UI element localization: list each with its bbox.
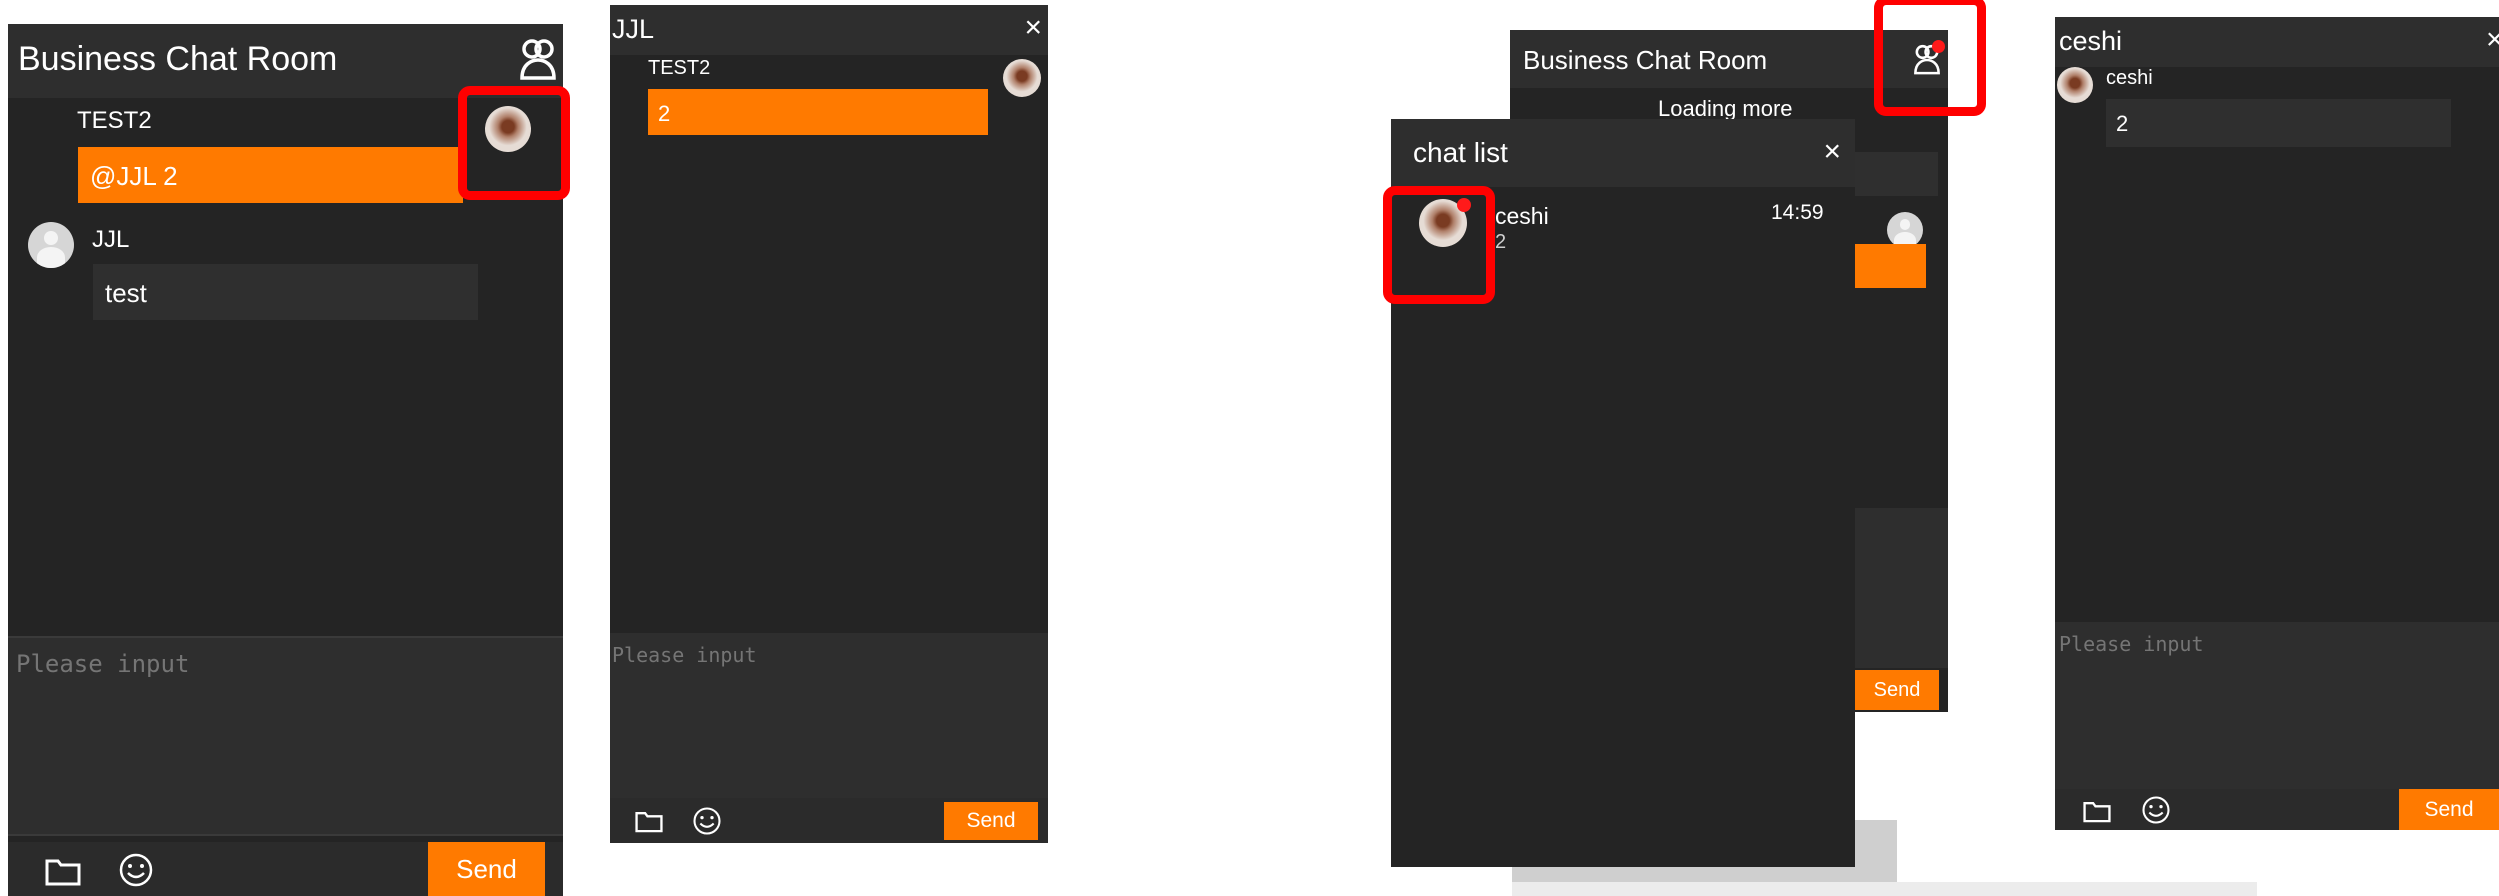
shadow-block [1512,882,2257,896]
unread-badge [1457,198,1471,212]
avatar-icon[interactable] [1887,212,1923,248]
avatar-icon[interactable] [2057,67,2093,103]
chat-list-panel: chat list × ceshi 14:59 2 [1391,119,1855,867]
message-bubble: 2 [2106,99,2451,147]
avatar-icon[interactable] [485,106,531,152]
message-username: ceshi [2106,67,2153,89]
smiley-icon[interactable] [692,806,722,836]
input-toolbar: Send [2055,789,2499,830]
notification-badge [1932,40,1945,53]
input-toolbar: Send [8,842,563,896]
panel-d-header: ceshi × [2055,17,2499,67]
panel-b-title: JJL [612,14,655,44]
private-chat-panel-b: JJL × TEST2 2 Send [610,5,1048,843]
message-bubble: 2 [648,89,988,135]
send-button[interactable]: Send [944,802,1038,840]
close-icon[interactable]: × [1024,11,1042,45]
message-bubble: test [93,264,478,320]
chat-room-panel-a: Business Chat Room TEST2 @JJL 2 JJL test… [8,24,563,896]
message-input[interactable] [8,636,563,836]
chat-list-title: chat list [1413,137,1508,168]
private-chat-panel-d: ceshi × ceshi 2 Send [2055,17,2499,830]
panel-c-header: Business Chat Room [1510,30,1948,88]
panel-a-header: Business Chat Room [8,24,563,98]
chat-list-header: chat list × [1391,119,1855,187]
message-username: TEST2 [77,107,152,134]
send-button[interactable]: Send [1855,670,1939,710]
input-toolbar: Send [610,798,1048,843]
message-input[interactable] [2055,622,2499,789]
chat-list-item-preview: 2 [1495,231,1507,253]
send-button[interactable]: Send [428,842,545,896]
close-icon[interactable]: × [1823,135,1841,169]
folder-icon[interactable] [45,856,81,886]
chat-list-item-name: ceshi [1495,203,1549,229]
send-button[interactable]: Send [2399,789,2499,830]
message-username: JJL [92,226,130,253]
smiley-icon[interactable] [118,852,154,888]
panel-a-title: Business Chat Room [18,40,338,78]
folder-icon[interactable] [2083,799,2111,823]
chat-list-item-time: 14:59 [1771,201,1824,224]
folder-icon[interactable] [635,809,663,833]
avatar-icon[interactable] [1003,59,1041,97]
group-icon[interactable] [518,38,558,82]
panel-b-header: JJL × [610,5,1048,55]
message-input[interactable] [610,633,1048,798]
smiley-icon[interactable] [2141,795,2171,825]
panel-d-title: ceshi [2059,26,2123,56]
close-icon[interactable]: × [2486,23,2499,57]
avatar-icon[interactable] [28,222,74,268]
message-username: TEST2 [648,57,711,79]
panel-c-title: Business Chat Room [1523,45,1768,75]
message-bubble: @JJL 2 [78,147,463,203]
